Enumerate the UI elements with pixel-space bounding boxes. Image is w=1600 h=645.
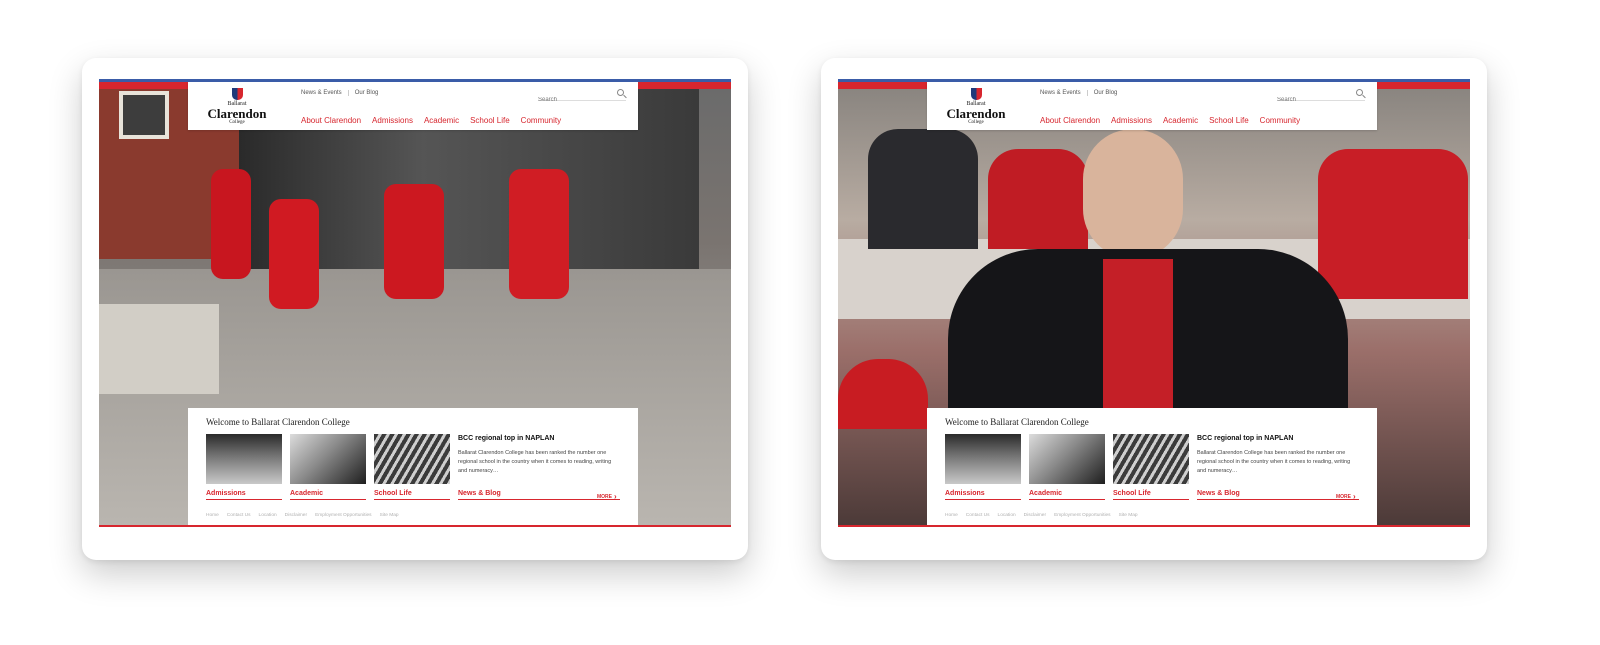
child-2: [269, 199, 319, 309]
college-logo[interactable]: Ballarat Clarendon College: [202, 88, 272, 126]
nav-academic[interactable]: Academic: [1163, 116, 1198, 125]
nav-academic[interactable]: Academic: [424, 116, 459, 125]
card-link-academic[interactable]: Academic: [1029, 490, 1105, 500]
footer-link-site-map[interactable]: Site Map: [380, 513, 399, 518]
card-link-admissions[interactable]: Admissions: [945, 490, 1021, 500]
crest-icon: [231, 88, 243, 100]
site-header: Ballarat Clarendon College News & Events…: [927, 82, 1377, 130]
card-link-academic[interactable]: Academic: [290, 490, 366, 500]
footer-link-home[interactable]: Home: [206, 513, 219, 518]
card-link-news-blog[interactable]: News & Blog: [458, 490, 620, 500]
admissions-thumbnail[interactable]: [945, 434, 1021, 484]
welcome-title: Welcome to Ballarat Clarendon College: [206, 417, 350, 427]
footer-link-location[interactable]: Location: [259, 513, 277, 518]
nav-about-clarendon[interactable]: About Clarendon: [301, 116, 361, 125]
card-link-admissions[interactable]: Admissions: [206, 490, 282, 500]
nav-admissions[interactable]: Admissions: [1111, 116, 1152, 125]
more-label: MORE: [597, 494, 612, 500]
main-nav: About Clarendon Admissions Academic Scho…: [1040, 116, 1300, 125]
school-life-thumbnail[interactable]: [1113, 434, 1189, 484]
footer-link-contact-us[interactable]: Contact Us: [227, 513, 251, 518]
nav-school-life[interactable]: School Life: [470, 116, 510, 125]
red-jumper: [1103, 259, 1173, 409]
chevron-right-icon: ›: [1353, 492, 1356, 501]
crest-icon: [970, 88, 982, 100]
search-input[interactable]: [538, 94, 612, 106]
chevron-right-icon: ›: [614, 492, 617, 501]
utility-nav: News & Events Our Blog: [1040, 90, 1123, 96]
nav-admissions[interactable]: Admissions: [372, 116, 413, 125]
search-box: [538, 88, 626, 106]
academic-thumbnail[interactable]: [1029, 434, 1105, 484]
logo-text-main: Clarendon: [207, 106, 267, 121]
red-chair: [838, 359, 928, 429]
welcome-panel: Welcome to Ballarat Clarendon College Ad…: [188, 408, 638, 525]
more-link[interactable]: MORE ›: [1336, 492, 1356, 501]
card-link-school-life[interactable]: School Life: [374, 490, 450, 500]
bench-wall: [99, 304, 219, 394]
child-4: [509, 169, 569, 299]
search-icon[interactable]: [617, 89, 624, 96]
footer-link-site-map[interactable]: Site Map: [1119, 513, 1138, 518]
admissions-thumbnail[interactable]: [206, 434, 282, 484]
news-headline[interactable]: BCC regional top in NAPLAN: [458, 435, 554, 442]
search-input[interactable]: [1277, 94, 1351, 106]
footer-link-home[interactable]: Home: [945, 513, 958, 518]
search-icon[interactable]: [1356, 89, 1363, 96]
footer-link-disclaimer[interactable]: Disclaimer: [1024, 513, 1046, 518]
footer-link-location[interactable]: Location: [998, 513, 1016, 518]
tablet-frame-right: Ballarat Clarendon College News & Events…: [821, 58, 1487, 560]
footer-link-disclaimer[interactable]: Disclaimer: [285, 513, 307, 518]
website-screen: Ballarat Clarendon College News & Events…: [838, 79, 1470, 527]
search-box: [1277, 88, 1365, 106]
more-label: MORE: [1336, 494, 1351, 500]
student-background-3: [1318, 149, 1468, 299]
news-excerpt: Ballarat Clarendon College has been rank…: [1197, 450, 1351, 474]
nav-community[interactable]: Community: [521, 116, 561, 125]
student-background-1: [868, 129, 978, 249]
nav-community[interactable]: Community: [1260, 116, 1300, 125]
welcome-panel: Welcome to Ballarat Clarendon College Ad…: [927, 408, 1377, 525]
card-link-school-life[interactable]: School Life: [1113, 490, 1189, 500]
website-screen: Ballarat Clarendon College News & Events…: [99, 79, 731, 527]
footer-links: Home Contact Us Location Disclaimer Empl…: [206, 513, 399, 518]
logo-text-main: Clarendon: [946, 106, 1006, 121]
tablet-frame-left: Ballarat Clarendon College News & Events…: [82, 58, 748, 560]
more-link[interactable]: MORE ›: [597, 492, 617, 501]
util-link-news-events[interactable]: News & Events: [301, 90, 349, 96]
child-3: [384, 184, 444, 299]
util-link-news-events[interactable]: News & Events: [1040, 90, 1088, 96]
footer-link-contact-us[interactable]: Contact Us: [966, 513, 990, 518]
nav-school-life[interactable]: School Life: [1209, 116, 1249, 125]
school-life-thumbnail[interactable]: [374, 434, 450, 484]
welcome-title: Welcome to Ballarat Clarendon College: [945, 417, 1089, 427]
student-face: [1083, 129, 1183, 259]
window: [119, 91, 169, 139]
college-logo[interactable]: Ballarat Clarendon College: [941, 88, 1011, 126]
main-nav: About Clarendon Admissions Academic Scho…: [301, 116, 561, 125]
child-1: [211, 169, 251, 279]
footer-links: Home Contact Us Location Disclaimer Empl…: [945, 513, 1138, 518]
student-background-2: [988, 149, 1088, 249]
util-link-our-blog[interactable]: Our Blog: [1088, 90, 1124, 96]
academic-thumbnail[interactable]: [290, 434, 366, 484]
footer-link-employment[interactable]: Employment Opportunities: [315, 513, 372, 518]
utility-nav: News & Events Our Blog: [301, 90, 384, 96]
news-excerpt: Ballarat Clarendon College has been rank…: [458, 450, 612, 474]
footer-link-employment[interactable]: Employment Opportunities: [1054, 513, 1111, 518]
util-link-our-blog[interactable]: Our Blog: [349, 90, 385, 96]
site-header: Ballarat Clarendon College News & Events…: [188, 82, 638, 130]
news-headline[interactable]: BCC regional top in NAPLAN: [1197, 435, 1293, 442]
card-link-news-blog[interactable]: News & Blog: [1197, 490, 1359, 500]
nav-about-clarendon[interactable]: About Clarendon: [1040, 116, 1100, 125]
